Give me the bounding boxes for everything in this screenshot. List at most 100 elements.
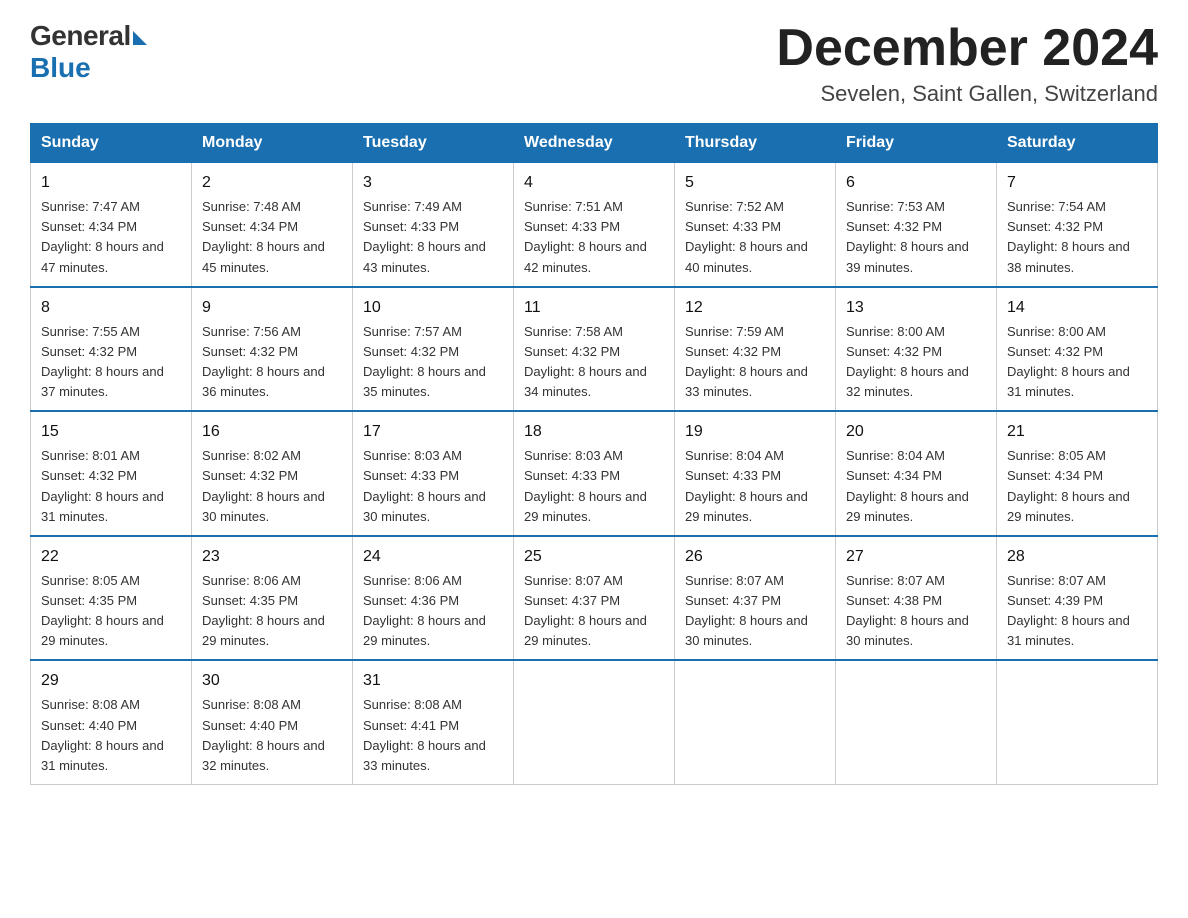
- day-info: Sunrise: 7:49 AMSunset: 4:33 PMDaylight:…: [363, 199, 486, 274]
- day-info: Sunrise: 8:08 AMSunset: 4:41 PMDaylight:…: [363, 697, 486, 772]
- day-number: 12: [685, 296, 825, 320]
- calendar-week-row: 1 Sunrise: 7:47 AMSunset: 4:34 PMDaylight…: [31, 163, 1158, 287]
- calendar-cell: 13 Sunrise: 8:00 AMSunset: 4:32 PMDayligh…: [836, 287, 997, 412]
- day-number: 10: [363, 296, 503, 320]
- day-number: 30: [202, 669, 342, 693]
- page-header: General Blue December 2024 Sevelen, Sain…: [30, 20, 1158, 107]
- calendar-cell: 31 Sunrise: 8:08 AMSunset: 4:41 PMDayligh…: [353, 660, 514, 784]
- day-info: Sunrise: 8:06 AMSunset: 4:36 PMDaylight:…: [363, 573, 486, 648]
- calendar-cell: [514, 660, 675, 784]
- calendar-header-thursday: Thursday: [675, 124, 836, 163]
- calendar-header-saturday: Saturday: [997, 124, 1158, 163]
- calendar-cell: 9 Sunrise: 7:56 AMSunset: 4:32 PMDaylight…: [192, 287, 353, 412]
- day-info: Sunrise: 8:01 AMSunset: 4:32 PMDaylight:…: [41, 448, 164, 523]
- day-number: 27: [846, 545, 986, 569]
- calendar-cell: 2 Sunrise: 7:48 AMSunset: 4:34 PMDaylight…: [192, 163, 353, 287]
- day-number: 28: [1007, 545, 1147, 569]
- day-info: Sunrise: 8:07 AMSunset: 4:37 PMDaylight:…: [524, 573, 647, 648]
- logo-blue-text: Blue: [30, 52, 91, 84]
- day-number: 16: [202, 420, 342, 444]
- calendar-cell: 23Sunrise: 8:06 AMSunset: 4:35 PMDayligh…: [192, 536, 353, 661]
- day-info: Sunrise: 7:47 AMSunset: 4:34 PMDaylight:…: [41, 199, 164, 274]
- day-number: 23: [202, 545, 342, 569]
- calendar-cell: 1 Sunrise: 7:47 AMSunset: 4:34 PMDaylight…: [31, 163, 192, 287]
- calendar-cell: [997, 660, 1158, 784]
- logo-general-text: General: [30, 20, 131, 52]
- calendar-cell: 20 Sunrise: 8:04 AMSunset: 4:34 PMDayligh…: [836, 411, 997, 536]
- day-number: 19: [685, 420, 825, 444]
- calendar-cell: 3 Sunrise: 7:49 AMSunset: 4:33 PMDaylight…: [353, 163, 514, 287]
- day-info: Sunrise: 7:59 AMSunset: 4:32 PMDaylight:…: [685, 324, 808, 399]
- calendar-header-row: SundayMondayTuesdayWednesdayThursdayFrid…: [31, 124, 1158, 163]
- calendar-cell: 12 Sunrise: 7:59 AMSunset: 4:32 PMDayligh…: [675, 287, 836, 412]
- day-info: Sunrise: 8:07 AMSunset: 4:38 PMDaylight:…: [846, 573, 969, 648]
- day-number: 25: [524, 545, 664, 569]
- calendar-cell: 17Sunrise: 8:03 AMSunset: 4:33 PMDayligh…: [353, 411, 514, 536]
- day-info: Sunrise: 8:08 AMSunset: 4:40 PMDaylight:…: [202, 697, 325, 772]
- day-number: 24: [363, 545, 503, 569]
- calendar-header-sunday: Sunday: [31, 124, 192, 163]
- calendar-cell: 24 Sunrise: 8:06 AMSunset: 4:36 PMDayligh…: [353, 536, 514, 661]
- calendar-cell: 30 Sunrise: 8:08 AMSunset: 4:40 PMDayligh…: [192, 660, 353, 784]
- day-info: Sunrise: 7:57 AMSunset: 4:32 PMDaylight:…: [363, 324, 486, 399]
- day-number: 22: [41, 545, 181, 569]
- day-number: 7: [1007, 171, 1147, 195]
- calendar-table: SundayMondayTuesdayWednesdayThursdayFrid…: [30, 123, 1158, 785]
- calendar-cell: 29Sunrise: 8:08 AMSunset: 4:40 PMDayligh…: [31, 660, 192, 784]
- day-number: 2: [202, 171, 342, 195]
- calendar-cell: 19 Sunrise: 8:04 AMSunset: 4:33 PMDayligh…: [675, 411, 836, 536]
- day-number: 4: [524, 171, 664, 195]
- calendar-cell: 10 Sunrise: 7:57 AMSunset: 4:32 PMDayligh…: [353, 287, 514, 412]
- day-info: Sunrise: 7:55 AMSunset: 4:32 PMDaylight:…: [41, 324, 164, 399]
- day-number: 13: [846, 296, 986, 320]
- day-number: 31: [363, 669, 503, 693]
- calendar-cell: 28Sunrise: 8:07 AMSunset: 4:39 PMDayligh…: [997, 536, 1158, 661]
- calendar-cell: 14 Sunrise: 8:00 AMSunset: 4:32 PMDayligh…: [997, 287, 1158, 412]
- day-info: Sunrise: 8:07 AMSunset: 4:37 PMDaylight:…: [685, 573, 808, 648]
- calendar-cell: 15 Sunrise: 8:01 AMSunset: 4:32 PMDayligh…: [31, 411, 192, 536]
- logo-arrow-icon: [133, 31, 147, 45]
- calendar-cell: 22 Sunrise: 8:05 AMSunset: 4:35 PMDayligh…: [31, 536, 192, 661]
- calendar-cell: 26Sunrise: 8:07 AMSunset: 4:37 PMDayligh…: [675, 536, 836, 661]
- day-number: 3: [363, 171, 503, 195]
- day-info: Sunrise: 7:56 AMSunset: 4:32 PMDaylight:…: [202, 324, 325, 399]
- calendar-cell: 8 Sunrise: 7:55 AMSunset: 4:32 PMDaylight…: [31, 287, 192, 412]
- day-number: 5: [685, 171, 825, 195]
- day-info: Sunrise: 8:05 AMSunset: 4:35 PMDaylight:…: [41, 573, 164, 648]
- calendar-cell: 11Sunrise: 7:58 AMSunset: 4:32 PMDayligh…: [514, 287, 675, 412]
- calendar-header-wednesday: Wednesday: [514, 124, 675, 163]
- calendar-week-row: 15 Sunrise: 8:01 AMSunset: 4:32 PMDayligh…: [31, 411, 1158, 536]
- day-info: Sunrise: 8:04 AMSunset: 4:34 PMDaylight:…: [846, 448, 969, 523]
- calendar-cell: 7Sunrise: 7:54 AMSunset: 4:32 PMDaylight…: [997, 163, 1158, 287]
- day-info: Sunrise: 7:51 AMSunset: 4:33 PMDaylight:…: [524, 199, 647, 274]
- calendar-cell: 18Sunrise: 8:03 AMSunset: 4:33 PMDayligh…: [514, 411, 675, 536]
- day-info: Sunrise: 8:00 AMSunset: 4:32 PMDaylight:…: [846, 324, 969, 399]
- day-number: 14: [1007, 296, 1147, 320]
- logo: General Blue: [30, 20, 147, 84]
- calendar-cell: 4 Sunrise: 7:51 AMSunset: 4:33 PMDaylight…: [514, 163, 675, 287]
- day-number: 21: [1007, 420, 1147, 444]
- day-number: 8: [41, 296, 181, 320]
- day-number: 9: [202, 296, 342, 320]
- calendar-cell: 6 Sunrise: 7:53 AMSunset: 4:32 PMDaylight…: [836, 163, 997, 287]
- day-info: Sunrise: 7:48 AMSunset: 4:34 PMDaylight:…: [202, 199, 325, 274]
- day-info: Sunrise: 8:04 AMSunset: 4:33 PMDaylight:…: [685, 448, 808, 523]
- day-info: Sunrise: 8:08 AMSunset: 4:40 PMDaylight:…: [41, 697, 164, 772]
- day-number: 17: [363, 420, 503, 444]
- calendar-cell: 21 Sunrise: 8:05 AMSunset: 4:34 PMDayligh…: [997, 411, 1158, 536]
- day-info: Sunrise: 7:52 AMSunset: 4:33 PMDaylight:…: [685, 199, 808, 274]
- day-info: Sunrise: 8:05 AMSunset: 4:34 PMDaylight:…: [1007, 448, 1130, 523]
- location-subtitle: Sevelen, Saint Gallen, Switzerland: [776, 81, 1158, 107]
- day-number: 6: [846, 171, 986, 195]
- day-number: 20: [846, 420, 986, 444]
- day-info: Sunrise: 8:00 AMSunset: 4:32 PMDaylight:…: [1007, 324, 1130, 399]
- day-number: 18: [524, 420, 664, 444]
- day-info: Sunrise: 7:53 AMSunset: 4:32 PMDaylight:…: [846, 199, 969, 274]
- day-number: 1: [41, 171, 181, 195]
- calendar-header-tuesday: Tuesday: [353, 124, 514, 163]
- calendar-cell: 5 Sunrise: 7:52 AMSunset: 4:33 PMDaylight…: [675, 163, 836, 287]
- calendar-cell: 27 Sunrise: 8:07 AMSunset: 4:38 PMDayligh…: [836, 536, 997, 661]
- day-number: 15: [41, 420, 181, 444]
- day-info: Sunrise: 8:02 AMSunset: 4:32 PMDaylight:…: [202, 448, 325, 523]
- month-title: December 2024: [776, 20, 1158, 77]
